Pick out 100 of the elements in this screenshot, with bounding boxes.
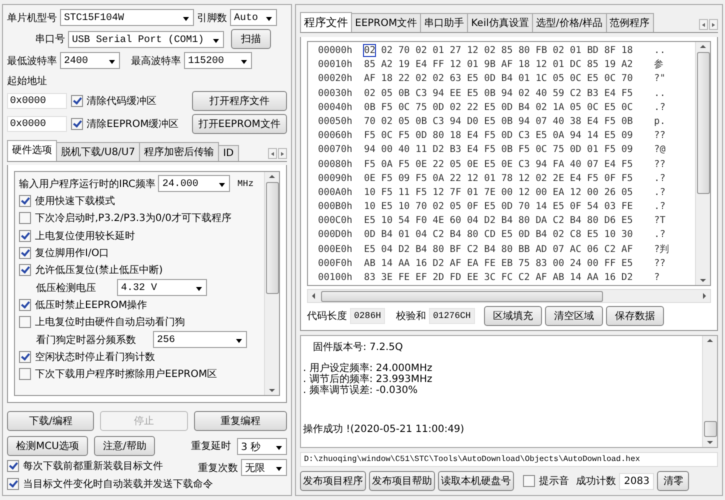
action-button[interactable]: 检测MCU选项 xyxy=(7,436,88,456)
hex-bytes: 85 A2 19 E4 FF 12 01 9B AF 18 12 01 DC 85 19 A2 xyxy=(364,58,634,72)
scrollbar[interactable] xyxy=(307,289,711,303)
scroll-down-icon[interactable] xyxy=(700,279,706,282)
baud-dropdown[interactable]: 115200 xyxy=(184,52,252,69)
checkbox[interactable] xyxy=(19,299,31,312)
checkbox[interactable] xyxy=(70,118,83,130)
ascii-text: ?? xyxy=(654,129,666,144)
baud-dropdown[interactable]: 2400 xyxy=(60,52,120,69)
scroll-left-icon[interactable] xyxy=(312,293,315,299)
tab[interactable]: 程序文件 xyxy=(300,12,352,32)
checkbox-label: 下次冷启动时,P3.2/P3.3为0/0才可下载程序 xyxy=(35,212,232,226)
scrollbar[interactable] xyxy=(702,336,717,447)
open-file-button[interactable]: 打开EEPROM文件 xyxy=(192,114,287,134)
open-file-button[interactable]: 打开程序文件 xyxy=(192,91,287,111)
scroll-up-icon[interactable] xyxy=(707,339,713,342)
count-dropdown[interactable]: 无限 xyxy=(241,459,287,476)
frequency-dropdown[interactable]: 24.000 xyxy=(158,175,230,192)
success-count-field[interactable]: 2083 xyxy=(619,472,654,490)
scrollbar-thumb[interactable] xyxy=(696,52,710,194)
action-button[interactable]: 注意/帮助 xyxy=(94,436,156,456)
scroll-left-icon[interactable] xyxy=(268,148,277,159)
scan-button[interactable]: 扫描 xyxy=(231,29,271,49)
project-button[interactable]: 读取本机硬盘号 xyxy=(438,471,514,491)
scroll-up-icon[interactable] xyxy=(700,45,706,48)
tab[interactable]: 硬件选项 xyxy=(7,140,57,161)
caret-icon xyxy=(219,183,226,187)
project-button[interactable]: 发布项目帮助 xyxy=(369,471,435,491)
scroll-down-icon[interactable] xyxy=(269,389,275,392)
tab[interactable]: 选型/价格/样品 xyxy=(532,13,607,32)
scroll-down-icon[interactable] xyxy=(707,441,713,444)
hex-bytes: AB 14 AA 16 D2 AF EA FE EB 75 83 00 24 00 FF E5 xyxy=(364,256,634,271)
scrollbar[interactable] xyxy=(695,42,710,285)
field-label: 输入用户程序运行时的IRC频率 xyxy=(19,178,156,190)
scroll-left-icon[interactable] xyxy=(699,19,708,30)
caret-icon xyxy=(266,17,272,21)
tab[interactable]: 程序加密后传输 xyxy=(139,142,220,161)
hex-bytes: 02 02 70 02 01 27 12 02 85 80 FB 02 01 BD 8F 18 xyxy=(364,44,634,58)
checkbox[interactable] xyxy=(19,368,31,380)
checkbox[interactable] xyxy=(19,212,31,224)
tab[interactable]: 范例程序 xyxy=(606,13,654,32)
checkbox[interactable] xyxy=(70,95,83,107)
checkbox[interactable] xyxy=(19,316,31,328)
option-dropdown[interactable]: 4.32 V xyxy=(117,279,207,296)
scrollbar-thumb[interactable] xyxy=(266,182,278,294)
hex-action-button[interactable]: 清空区域 xyxy=(544,306,603,326)
hex-bytes: E5 10 54 F0 4E 60 04 D2 B4 80 DA C2 B4 80 D6 E5 xyxy=(364,214,634,228)
tab[interactable]: ID xyxy=(218,145,239,161)
checkbox[interactable] xyxy=(7,460,19,472)
tab[interactable]: Keil仿真设置 xyxy=(467,13,533,32)
reset-button[interactable]: 清零 xyxy=(657,471,690,491)
tab[interactable]: EEPROM文件 xyxy=(351,13,422,32)
log-line: . 频率调节误差: -0.030% xyxy=(303,385,419,396)
scrollbar-thumb[interactable] xyxy=(704,421,716,437)
action-button[interactable]: 下载/编程 xyxy=(7,411,94,431)
caret-icon xyxy=(183,17,189,21)
caret-icon xyxy=(196,287,202,292)
port-dropdown[interactable]: USB Serial Port (COM1) xyxy=(68,30,224,48)
hex-bytes: AF 18 22 02 02 63 E5 0D B4 01 1C 05 0C E5 0C 70 xyxy=(364,72,634,86)
delay-dropdown[interactable]: 3 秒 xyxy=(237,438,287,454)
field-label: 重复延时 xyxy=(191,440,231,453)
address-field[interactable]: 0x0000 xyxy=(7,93,67,109)
address-field[interactable]: 0x0000 xyxy=(7,116,67,132)
project-button[interactable]: 发布项目程序 xyxy=(300,471,366,491)
scroll-right-icon[interactable] xyxy=(703,293,706,299)
checkbox-label: 每次下载前都重新装载目标文件 xyxy=(23,460,163,473)
checkbox[interactable] xyxy=(7,478,19,490)
action-button[interactable]: 重复编程 xyxy=(194,411,287,431)
checkbox-label: 上电复位时由硬件自动启动看门狗 xyxy=(35,316,185,330)
address-label: 00080h xyxy=(318,158,354,172)
scrollbar[interactable] xyxy=(264,172,279,395)
hex-action-button[interactable]: 区域填充 xyxy=(484,306,542,326)
address-label: 000E0h xyxy=(318,242,354,257)
option-dropdown[interactable]: 256 xyxy=(153,331,247,348)
log-line: . 调节后的频率: 23.993MHz xyxy=(303,374,434,385)
hex-action-button[interactable]: 保存数据 xyxy=(606,306,664,326)
chip-dropdown[interactable]: STC15F104W xyxy=(60,9,194,26)
pins-dropdown[interactable]: Auto xyxy=(230,9,277,26)
hex-bytes: 0E F5 09 F5 0A 22 12 01 78 12 02 2E E4 F5 0F F5 xyxy=(364,172,634,186)
tab[interactable]: 串口助手 xyxy=(420,13,468,32)
checkbox[interactable] xyxy=(19,194,31,207)
ascii-text: .. xyxy=(654,86,666,101)
file-path-field[interactable]: D:\zhuoqing\window\C51\STC\Tools\AutoDownload\Objects\AutoDownload.hex xyxy=(300,452,718,467)
tab[interactable]: 脱机下载/U8/U7 xyxy=(56,142,140,161)
unit-label: MHz xyxy=(237,178,254,188)
checkbox[interactable] xyxy=(19,351,31,364)
checkbox-label: 空闲状态时停止看门狗计数 xyxy=(35,350,155,364)
scroll-right-icon[interactable] xyxy=(278,148,287,159)
scroll-up-icon[interactable] xyxy=(269,175,275,178)
checkbox[interactable] xyxy=(19,246,31,259)
scroll-right-icon[interactable] xyxy=(709,19,718,30)
address-label: 00060h xyxy=(318,129,354,144)
scrollbar-thumb[interactable] xyxy=(321,290,603,302)
caret-icon xyxy=(276,467,282,471)
checkbox[interactable] xyxy=(19,264,31,276)
checkbox[interactable] xyxy=(523,475,535,487)
hex-bytes: 02 05 0B C3 94 EE E5 0B 94 02 40 59 C2 B3 E4 F5 xyxy=(364,86,634,101)
caret-icon xyxy=(236,339,242,344)
ascii-text: ?T xyxy=(654,214,666,228)
checkbox[interactable] xyxy=(19,230,31,242)
